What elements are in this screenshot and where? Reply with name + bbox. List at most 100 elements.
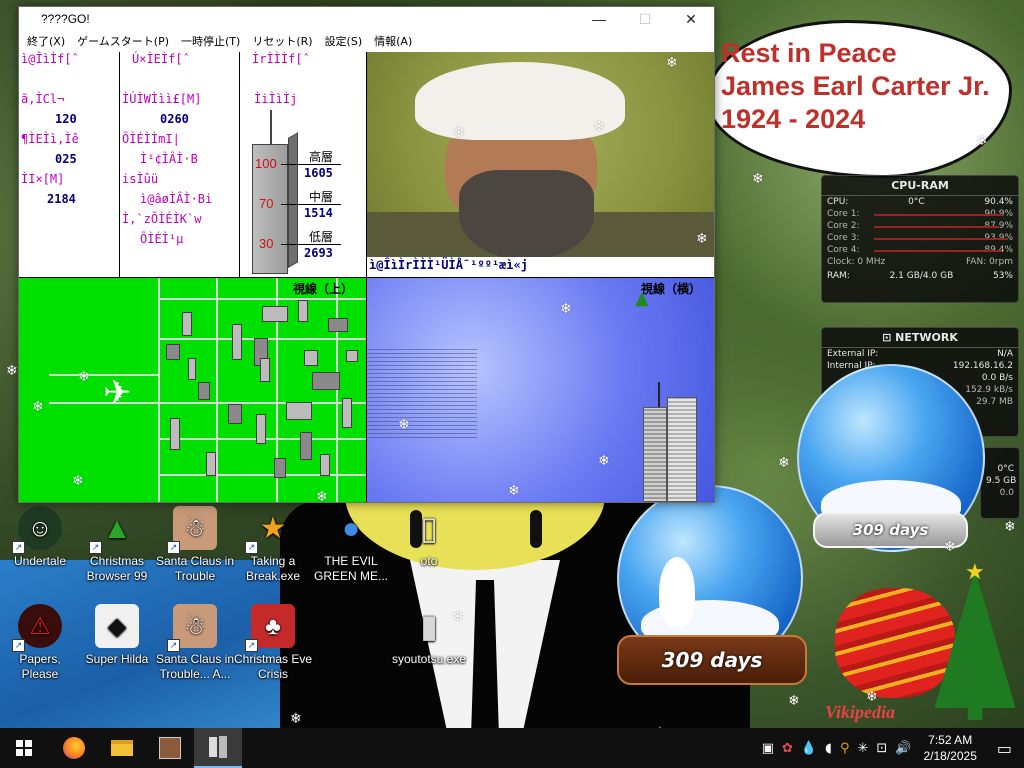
minimize-button[interactable]: — <box>576 7 622 31</box>
side-view-label: 視線（横） <box>641 282 702 296</box>
tower-taskbar-icon <box>209 737 217 757</box>
desktop-icon-evil-green[interactable]: ● THE EVIL GREEN ME... <box>311 506 391 584</box>
firefox-taskbar-button[interactable] <box>50 728 98 768</box>
desktop-icon-super-hilda[interactable]: ◆ Super Hilda <box>77 604 157 667</box>
hilda-glyph: ◆ <box>107 612 127 640</box>
icon-label: oto <box>420 554 438 568</box>
top-view-label: 視線（上） <box>293 282 354 296</box>
core-label: Core 1: <box>827 209 860 219</box>
game-taskbar-button[interactable] <box>194 728 242 768</box>
tray-snowflake-icon[interactable]: ✳ <box>853 741 872 756</box>
status-value: 0260 <box>160 112 189 126</box>
network-title-text: NETWORK <box>895 331 958 344</box>
desktop-icon-christmas-browser[interactable]: ▲ ↗ Christmas Browser 99 <box>77 506 157 584</box>
building <box>346 350 358 362</box>
building <box>312 372 340 390</box>
rip-line-2: James Earl Carter Jr. <box>721 71 990 101</box>
building <box>286 402 312 420</box>
building <box>170 418 180 450</box>
folder-icon <box>111 740 133 756</box>
snowflake-icon: ❄ <box>32 399 44 415</box>
floor-tick: 70 <box>259 196 274 211</box>
ram-percent: 53% <box>992 271 1013 281</box>
christmas-eve-crisis-icon: ♣ ↗ <box>245 604 295 652</box>
star-icon: ★ <box>965 560 985 585</box>
desktop-icon-santa-claus-2[interactable]: ☃ ↗ Santa Claus in Trouble... A... <box>155 604 235 682</box>
snow-globe-left[interactable]: 309 days <box>605 485 815 710</box>
street <box>158 278 160 502</box>
menu-pause[interactable]: 一時停止(T) <box>175 33 246 49</box>
menu-exit[interactable]: 終了(X) <box>21 33 71 49</box>
snow-globe-right[interactable]: 309 days <box>795 362 995 587</box>
floor-label: 低層 <box>309 230 334 244</box>
towers-glyph: ▯ <box>420 509 438 546</box>
tray-droplet-icon[interactable]: 💧 <box>797 741 821 756</box>
building <box>182 312 192 336</box>
building <box>232 324 242 360</box>
game-client-area[interactable]: ì@ÎìÌf[ˆ ã‚ÌCl¬ 120 ¶ÌEÌì‚Ìê 025 ÌI×[M] … <box>19 52 714 502</box>
snowflake-icon: ❄ <box>6 363 18 379</box>
core-bar <box>874 226 999 228</box>
game-window[interactable]: ????GO! — ☐ ✕ 終了(X) ゲームスタート(P) 一時停止(T) リ… <box>18 6 715 503</box>
cpu-label: CPU: <box>827 197 849 207</box>
snowflake-icon: ❄ <box>560 301 572 317</box>
clock-time: 7:52 AM <box>928 733 973 747</box>
floor-value: 2693 <box>304 246 333 260</box>
building <box>228 404 242 424</box>
photo-taskbar-button[interactable] <box>146 728 194 768</box>
menu-reset[interactable]: リセット(R) <box>246 33 318 49</box>
desktop-icon-christmas-eve-crisis[interactable]: ♣ ↗ Christmas Eve Crisis <box>233 604 313 682</box>
cpu-gadget-title: CPU-RAM <box>822 176 1018 196</box>
desktop-icon-oto[interactable]: ▯ oto <box>389 506 469 569</box>
taking-a-break-icon: ★ ↗ <box>245 506 295 554</box>
cpu-temp: 0°C <box>908 197 925 207</box>
external-ip-value: N/A <box>997 349 1013 359</box>
side-view-hatching <box>367 348 477 438</box>
close-button[interactable]: ✕ <box>668 7 714 31</box>
tray-speaker-icon[interactable]: 🔊 <box>891 741 915 756</box>
icon-label: Super Hilda <box>85 652 149 666</box>
status-value: 2184 <box>47 192 76 206</box>
icon-label: Undertale <box>13 554 67 568</box>
start-button[interactable] <box>0 728 48 768</box>
desktop-icon-papers-please[interactable]: ⚠ ↗ Papers, Please <box>0 604 80 682</box>
file-explorer-taskbar-button[interactable] <box>98 728 146 768</box>
break-glyph: ★ <box>259 511 287 545</box>
top-view-panel[interactable]: ✈ 視線（上） <box>19 278 367 502</box>
desktop-icon-taking-a-break[interactable]: ★ ↗ Taking a Break.exe <box>233 506 313 584</box>
menu-settings[interactable]: 設定(S) <box>319 33 369 49</box>
side-view-panel[interactable]: ▲ 視線（横） <box>367 278 714 502</box>
status-label: ÌiÌìÌj <box>254 92 298 106</box>
menu-info[interactable]: 情報(A) <box>368 33 418 49</box>
street <box>216 278 218 502</box>
cpu-row: CPU: 0°C 90.4% <box>822 196 1018 208</box>
menu-game-start[interactable]: ゲームスタート(P) <box>71 33 175 49</box>
icon-label: Taking a Break.exe <box>245 554 301 583</box>
cpu-ram-gadget[interactable]: CPU-RAM CPU: 0°C 90.4% Core 1: 90.9% Cor… <box>821 175 1019 303</box>
city-map <box>158 278 366 502</box>
snowflake-icon: ❄ <box>453 125 465 141</box>
snowflake-icon: ❄ <box>598 453 610 469</box>
snowflake-icon: ❄ <box>788 693 800 709</box>
tray-volume-small-icon[interactable]: ◖ <box>821 741 836 756</box>
status-label: Ì,`zÕÌÉÌK`w <box>122 212 202 226</box>
santa-glyph: ☃ <box>184 514 206 542</box>
ram-value: 2.1 GB/4.0 GB <box>889 271 954 281</box>
tray-search-icon[interactable]: ⚲ <box>836 741 854 756</box>
snowflake-icon: ❄ <box>398 417 410 433</box>
maximize-button[interactable]: ☐ <box>622 7 668 31</box>
desktop-icon-santa-claus[interactable]: ☃ ↗ Santa Claus in Trouble <box>155 506 235 584</box>
core-row: Core 4: 89.4% <box>822 244 1018 256</box>
desktop-icon-undertale[interactable]: ☺ ↗ Undertale <box>0 506 80 569</box>
window-titlebar[interactable]: ????GO! — ☐ ✕ <box>19 7 714 31</box>
snowflake-icon: ❄ <box>1004 519 1016 535</box>
clock[interactable]: 7:52 AM 2/18/2025 <box>915 732 984 764</box>
icon-label: THE EVIL GREEN ME... <box>313 554 388 583</box>
drive-temp: 0°C <box>997 464 1014 474</box>
building <box>260 358 270 382</box>
snowman-icon <box>659 557 695 627</box>
tray-network-icon[interactable]: ⊡ <box>872 741 891 756</box>
tray-app-icon[interactable]: ▣ <box>758 741 778 756</box>
tray-color-icon[interactable]: ✿ <box>778 741 797 756</box>
notification-center-icon[interactable]: ▭ <box>985 739 1024 758</box>
